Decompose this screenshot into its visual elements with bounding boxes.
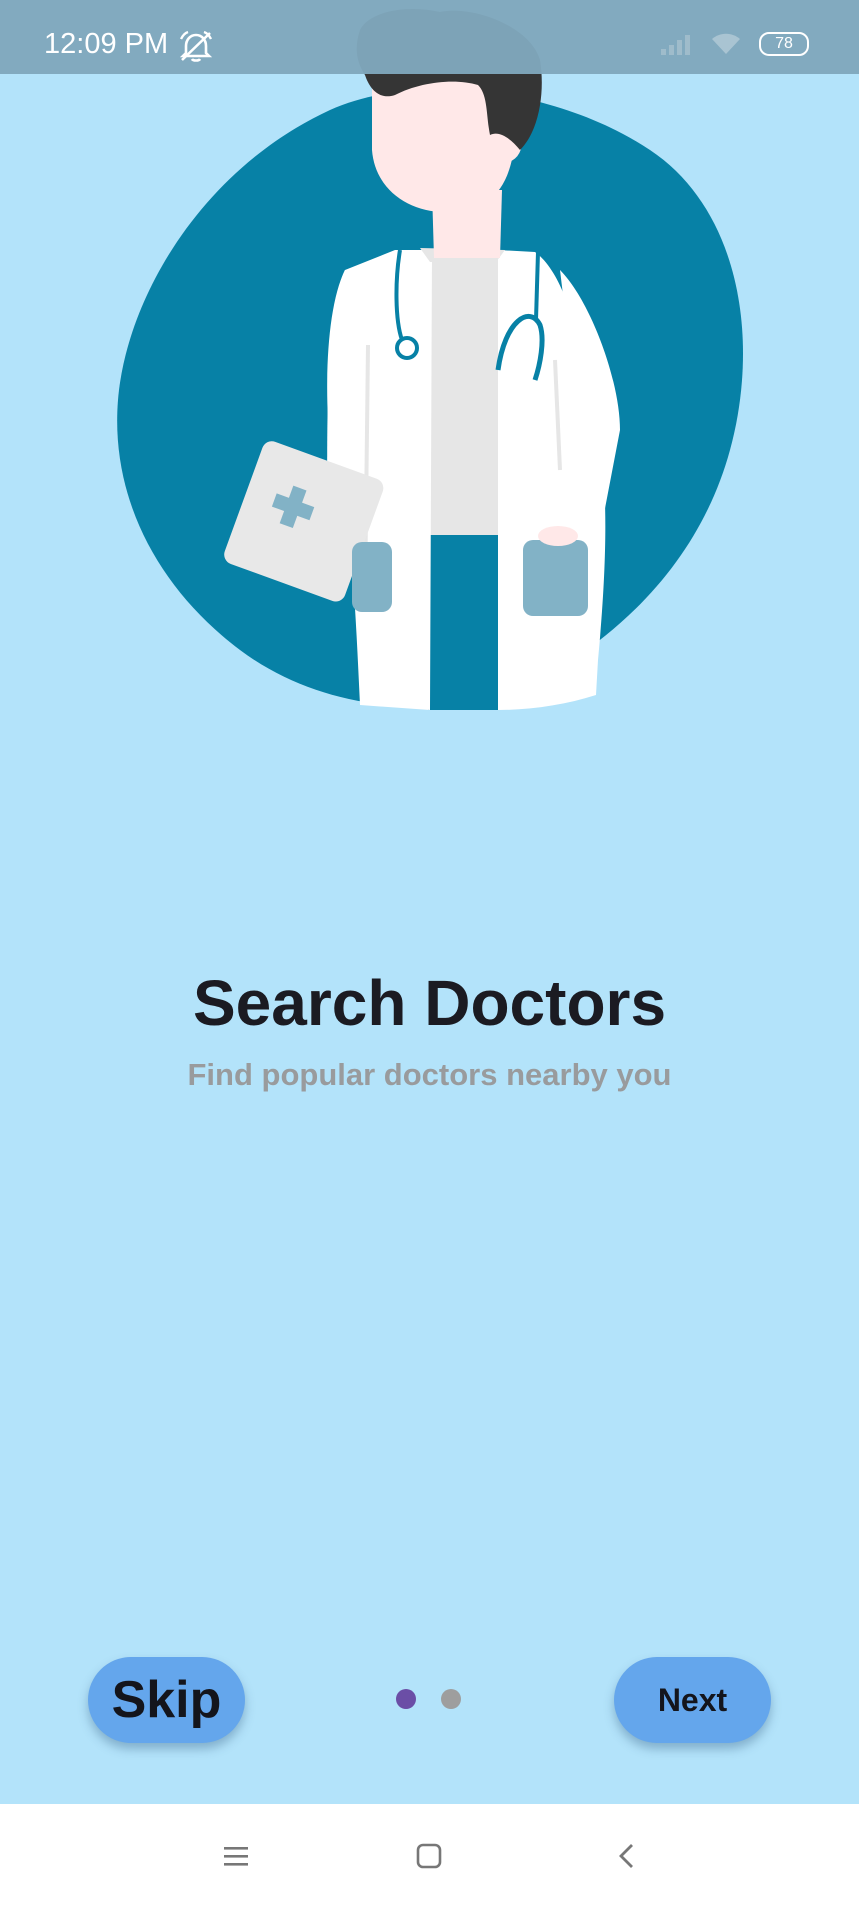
signal-icon (661, 35, 690, 55)
status-icons: 78 (659, 32, 809, 56)
status-time: 12:09 PM (44, 28, 169, 60)
home-icon (416, 1843, 442, 1869)
menu-button[interactable] (216, 1836, 256, 1876)
page-indicator (396, 1689, 461, 1709)
page-dot-active (396, 1689, 416, 1709)
onboarding-subtitle: Find popular doctors nearby you (187, 1057, 672, 1092)
navigation-bar (0, 1804, 859, 1908)
page-dot-inactive (441, 1689, 461, 1709)
back-button[interactable] (607, 1836, 647, 1876)
skip-button[interactable]: Skip (88, 1657, 245, 1743)
onboarding-screen: 12:09 PM 78 Search Doctors Find popular … (0, 0, 859, 1804)
back-icon (619, 1844, 633, 1868)
status-bar: 12:09 PM 78 (0, 0, 859, 74)
wifi-icon (712, 33, 740, 54)
home-button[interactable] (409, 1836, 449, 1876)
onboarding-title: Search Doctors (192, 967, 667, 1039)
battery-icon: 78 (759, 32, 809, 56)
mute-alarm-icon (179, 30, 213, 62)
menu-icon (224, 1847, 248, 1866)
doctor-illustration (117, 9, 744, 710)
next-button[interactable]: Next (614, 1657, 771, 1743)
